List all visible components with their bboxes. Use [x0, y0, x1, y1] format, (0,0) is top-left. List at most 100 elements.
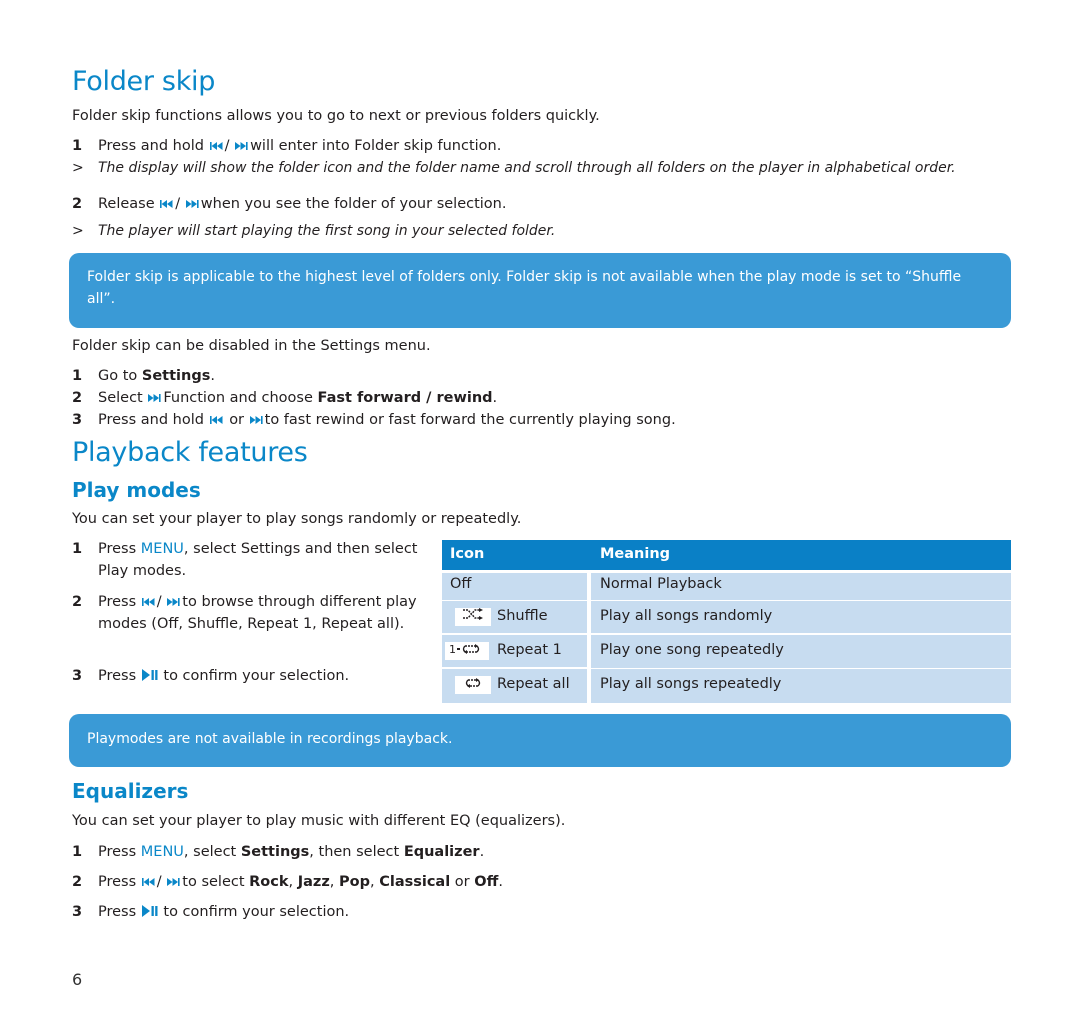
disable-step-3: 3 Press and hold or to fast rewind or fas… — [72, 410, 676, 430]
equalizers-intro: You can set your player to play music wi… — [72, 813, 566, 829]
step-number: 1 — [72, 541, 83, 557]
disable-step-1: 1 Go to Settings. — [72, 366, 215, 386]
step-text: will enter into Folder skip function. — [250, 138, 502, 154]
table-row-icon-cell: Off — [442, 573, 587, 600]
step-text: or — [229, 412, 245, 428]
folder-skip-disable-text: Folder skip can be disabled in the Setti… — [72, 338, 431, 354]
play-modes-intro: You can set your player to play songs ra… — [72, 511, 522, 527]
play-modes-table: Icon Meaning Off Normal Playback Shuffle… — [442, 540, 1011, 703]
result-text: The player will start playing the first … — [98, 223, 556, 239]
step-number: 1 — [72, 844, 83, 860]
step-text: Release — [98, 196, 155, 212]
mode-meaning: Play all songs randomly — [600, 608, 773, 624]
step-number: 3 — [72, 412, 83, 428]
step-number: 2 — [72, 874, 83, 890]
eq-option-classical: Classical — [379, 874, 451, 890]
mode-label: Off — [450, 576, 472, 592]
table-row-meaning-cell: Play one song repeatedly — [591, 635, 1011, 668]
note-text: Playmodes are not available in recording… — [87, 731, 453, 747]
step-text: Function and choose — [163, 390, 313, 406]
step-number: 1 — [72, 138, 83, 154]
play-modes-note: Playmodes are not available in recording… — [69, 714, 1011, 767]
settings-label: Settings — [240, 844, 310, 860]
mode-meaning: Normal Playback — [600, 576, 722, 592]
step-text: to select — [182, 874, 245, 890]
folder-skip-step-1: 1 Press and hold / will enter into Folder… — [72, 136, 501, 156]
eq-option-off: Off — [474, 874, 499, 890]
punctuation: . — [492, 390, 498, 406]
repeat-one-icon: 1 — [445, 642, 489, 660]
mode-label: Shuffle — [497, 608, 548, 624]
previous-icon — [142, 597, 156, 607]
step-text: Go to — [98, 368, 138, 384]
punctuation: . — [498, 874, 503, 890]
folder-skip-result-1: > The display will show the folder icon a… — [72, 158, 956, 178]
step-number: 3 — [72, 668, 83, 684]
play-pause-icon — [142, 669, 158, 681]
equalizers-step-3: 3 Press to confirm your selection. — [72, 902, 349, 922]
step-text: to confirm your selection. — [163, 904, 350, 920]
step-number: 2 — [72, 594, 83, 610]
separator: / — [156, 874, 162, 890]
header-icon: Icon — [450, 546, 485, 562]
play-modes-step-3: 3 Press to confirm your selection. — [72, 666, 349, 686]
punctuation: . — [210, 368, 215, 384]
separator: / — [175, 196, 181, 212]
previous-icon — [210, 141, 224, 151]
table-row-icon-cell: 1 Repeat 1 — [442, 635, 587, 667]
step-text: when you see the folder of your selectio… — [200, 196, 507, 212]
previous-icon — [160, 199, 174, 209]
step-text: Press — [98, 844, 137, 860]
step-text: Select — [98, 390, 143, 406]
mode-label: Repeat 1 — [497, 642, 562, 658]
play-modes-step-1: 1 Press MENU, select Settings and then s… — [72, 538, 422, 582]
table-row-icon-cell: Repeat all — [442, 669, 587, 703]
next-icon — [250, 415, 264, 425]
eq-option-pop: Pop — [339, 874, 370, 890]
shuffle-icon — [455, 608, 491, 626]
note-text: Folder skip is applicable to the highest… — [87, 269, 962, 307]
step-text: Press and hold — [98, 138, 204, 154]
folder-skip-result-2: > The player will start playing the first… — [72, 221, 555, 241]
step-text: Press — [98, 668, 137, 684]
page-number: 6 — [72, 970, 83, 989]
settings-label: Settings — [141, 368, 211, 384]
header-meaning: Meaning — [600, 546, 671, 562]
step-number: 1 — [72, 368, 83, 384]
folder-skip-title: Folder skip — [72, 66, 216, 97]
step-text: Press — [98, 594, 137, 610]
equalizer-label: Equalizer — [403, 844, 480, 860]
next-icon — [167, 877, 181, 887]
table-row-meaning-cell: Play all songs repeatedly — [591, 669, 1011, 703]
fast-forward-rewind-label: Fast forward / rewind — [317, 390, 493, 406]
table-row-meaning-cell: Play all songs randomly — [591, 601, 1011, 633]
table-header: Icon Meaning — [442, 540, 1011, 570]
step-text: to confirm your selection. — [163, 668, 350, 684]
previous-icon — [210, 415, 224, 425]
play-pause-icon — [142, 905, 158, 917]
play-modes-title: Play modes — [72, 478, 201, 502]
table-row-icon-cell: Shuffle — [442, 601, 587, 633]
step-number: 2 — [72, 196, 83, 212]
result-marker: > — [72, 160, 84, 176]
svg-text:1: 1 — [449, 643, 456, 656]
step-text: Press — [98, 874, 137, 890]
folder-skip-intro: Folder skip functions allows you to go t… — [72, 108, 600, 124]
folder-skip-step-2: 2 Release / when you see the folder of yo… — [72, 194, 506, 214]
step-text: Press — [98, 904, 137, 920]
step-number: 3 — [72, 904, 83, 920]
next-icon — [167, 597, 181, 607]
separator: / — [156, 594, 162, 610]
folder-skip-note: Folder skip is applicable to the highest… — [69, 253, 1011, 328]
mode-label: Repeat all — [497, 676, 570, 692]
step-text: Press and hold — [98, 412, 204, 428]
repeat-all-icon — [455, 676, 491, 694]
mode-meaning: Play all songs repeatedly — [600, 676, 782, 692]
table-row-meaning-cell: Normal Playback — [591, 573, 1011, 600]
eq-option-rock: Rock — [249, 874, 289, 890]
menu-label: MENU — [140, 541, 184, 557]
mode-meaning: Play one song repeatedly — [600, 642, 784, 658]
previous-icon — [142, 877, 156, 887]
step-text: , then select — [309, 844, 400, 860]
result-text: The display will show the folder icon an… — [98, 160, 956, 176]
